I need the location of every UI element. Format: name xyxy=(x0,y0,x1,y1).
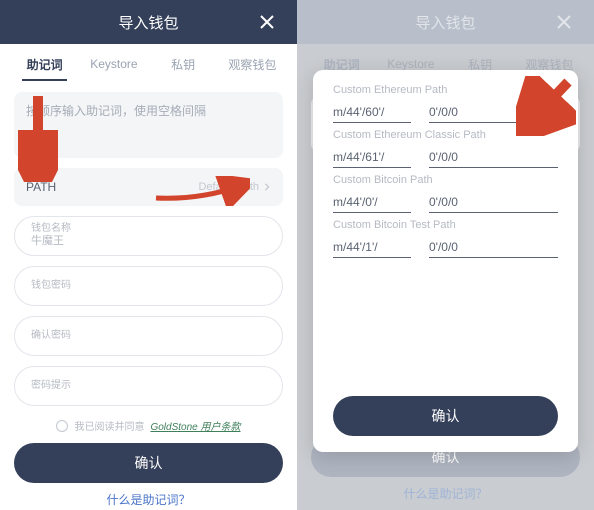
screen-import-right: 导入钱包 助记词 Keystore 私钥 观察钱包 确认 什么是助记词？ Cus… xyxy=(297,0,594,510)
tab-keystore[interactable]: Keystore xyxy=(79,47,148,81)
path-seg1-input[interactable]: m/44'/60'/ xyxy=(333,102,411,123)
tab-mnemonic[interactable]: 助记词 xyxy=(10,46,79,83)
path-seg1-input[interactable]: m/44'/61'/ xyxy=(333,147,411,168)
path-title: Custom Bitcoin Path xyxy=(333,174,558,186)
form-area: 按顺序输入助记词，使用空格间隔 PATH Default Path 钱包名称 牛… xyxy=(0,84,297,510)
confirm-button[interactable]: 确认 xyxy=(14,443,283,483)
confirm-label: 确认 xyxy=(135,453,163,473)
close-icon xyxy=(259,14,275,30)
screen-import-left: 导入钱包 助记词 Keystore 私钥 观察钱包 按顺序输入助记词，使用空格间… xyxy=(0,0,297,510)
terms-radio[interactable] xyxy=(56,420,68,432)
wallet-name-value: 牛魔王 xyxy=(31,235,266,248)
path-seg1-input[interactable]: m/44'/0'/ xyxy=(333,192,411,213)
wallet-password-field[interactable]: 钱包密码 xyxy=(14,266,283,306)
tabs: 助记词 Keystore 私钥 观察钱包 xyxy=(0,44,297,84)
wallet-name-label: 钱包名称 xyxy=(31,223,266,235)
footer-help-link[interactable]: 什么是助记词？ xyxy=(14,491,283,508)
modal-confirm-label: 确认 xyxy=(432,406,460,426)
path-seg2-input[interactable]: 0'/0/0 xyxy=(429,147,558,168)
close-button[interactable] xyxy=(247,0,287,44)
path-title: Custom Ethereum Path xyxy=(333,84,558,96)
password-hint-label: 密码提示 xyxy=(31,380,266,392)
header-title: 导入钱包 xyxy=(118,12,178,33)
path-group-eth: Custom Ethereum Path m/44'/60'/ 0'/0/0 xyxy=(333,84,558,123)
footer-help-link[interactable]: 什么是助记词？ xyxy=(311,485,580,502)
terms-prefix: 我已阅读并同意 xyxy=(74,418,144,433)
password-hint-field[interactable]: 密码提示 xyxy=(14,366,283,406)
confirm-password-field[interactable]: 确认密码 xyxy=(14,316,283,356)
path-group-etc: Custom Ethereum Classic Path m/44'/61'/ … xyxy=(333,129,558,168)
path-seg2-input[interactable]: 0'/0/0 xyxy=(429,102,558,123)
path-selector[interactable]: PATH Default Path xyxy=(14,168,283,206)
header-title: 导入钱包 xyxy=(415,12,475,33)
confirm-password-label: 确认密码 xyxy=(31,330,266,342)
chevron-right-icon xyxy=(263,183,271,191)
path-group-btc-test: Custom Bitcoin Test Path m/44'/1'/ 0'/0/… xyxy=(333,219,558,258)
modal-confirm-button[interactable]: 确认 xyxy=(333,396,558,436)
terms-link[interactable]: GoldStone 用户条款 xyxy=(150,418,240,433)
wallet-password-label: 钱包密码 xyxy=(31,280,266,292)
path-value: Default Path xyxy=(198,181,259,193)
mnemonic-placeholder: 按顺序输入助记词，使用空格间隔 xyxy=(26,104,206,118)
close-icon xyxy=(556,14,572,30)
path-label: PATH xyxy=(26,180,56,194)
path-seg1-input[interactable]: m/44'/1'/ xyxy=(333,237,411,258)
path-group-btc: Custom Bitcoin Path m/44'/0'/ 0'/0/0 xyxy=(333,174,558,213)
path-title: Custom Bitcoin Test Path xyxy=(333,219,558,231)
header: 导入钱包 xyxy=(0,0,297,44)
terms-row: 我已阅读并同意 GoldStone 用户条款 xyxy=(14,418,283,433)
tab-private-key[interactable]: 私钥 xyxy=(149,46,218,83)
header: 导入钱包 xyxy=(297,0,594,44)
path-seg2-input[interactable]: 0'/0/0 xyxy=(429,192,558,213)
path-seg2-input[interactable]: 0'/0/0 xyxy=(429,237,558,258)
tab-watch[interactable]: 观察钱包 xyxy=(218,46,287,83)
path-title: Custom Ethereum Classic Path xyxy=(333,129,558,141)
mnemonic-input[interactable]: 按顺序输入助记词，使用空格间隔 xyxy=(14,92,283,158)
path-modal: Custom Ethereum Path m/44'/60'/ 0'/0/0 C… xyxy=(313,70,578,452)
wallet-name-field[interactable]: 钱包名称 牛魔王 xyxy=(14,216,283,256)
close-button[interactable] xyxy=(544,0,584,44)
